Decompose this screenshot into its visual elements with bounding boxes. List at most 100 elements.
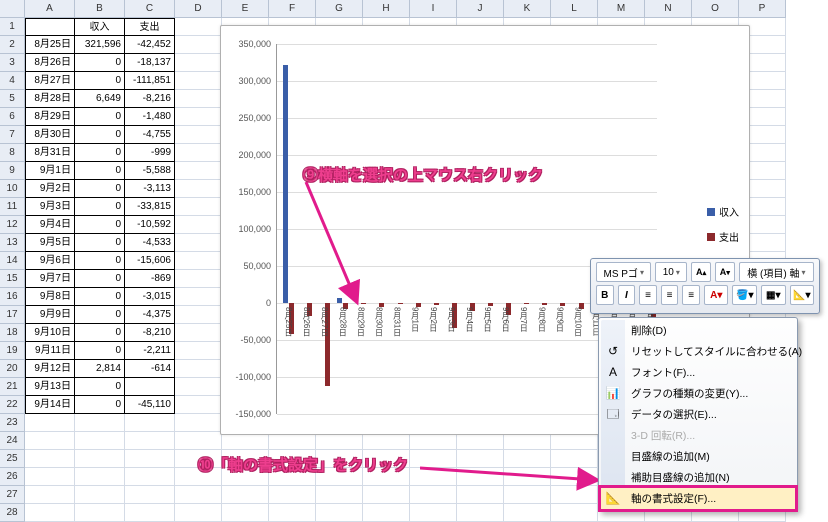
cell-L28[interactable] bbox=[551, 504, 598, 522]
cell-C28[interactable] bbox=[125, 504, 175, 522]
cell-B27[interactable] bbox=[75, 486, 125, 504]
row-header-15[interactable]: 15 bbox=[0, 270, 25, 288]
cell-L26[interactable] bbox=[551, 468, 598, 486]
col-header-H[interactable]: H bbox=[363, 0, 410, 18]
x-tick-label[interactable]: 9月7日 bbox=[518, 307, 529, 332]
col-header-K[interactable]: K bbox=[504, 0, 551, 18]
cell-D4[interactable] bbox=[175, 72, 222, 90]
cell-A5[interactable]: 8月28日 bbox=[25, 90, 75, 108]
bar-expense[interactable] bbox=[434, 303, 439, 305]
col-header-G[interactable]: G bbox=[316, 0, 363, 18]
cell-F27[interactable] bbox=[269, 486, 316, 504]
col-header-M[interactable]: M bbox=[598, 0, 645, 18]
cell-D23[interactable] bbox=[175, 414, 222, 432]
x-tick-label[interactable]: 8月27日 bbox=[319, 307, 330, 336]
legend-item-expense[interactable]: 支出 bbox=[707, 229, 739, 244]
col-header-A[interactable]: A bbox=[25, 0, 75, 18]
row-header-13[interactable]: 13 bbox=[0, 234, 25, 252]
col-header-L[interactable]: L bbox=[551, 0, 598, 18]
cell-D9[interactable] bbox=[175, 162, 222, 180]
row-header-10[interactable]: 10 bbox=[0, 180, 25, 198]
menu-item-8[interactable]: 📐軸の書式設定(F)... bbox=[601, 488, 795, 509]
fill-color-button[interactable]: 🪣▾ bbox=[732, 285, 757, 305]
row-header-16[interactable]: 16 bbox=[0, 288, 25, 306]
grow-font-button[interactable]: A▴ bbox=[691, 262, 711, 282]
cell-D18[interactable] bbox=[175, 324, 222, 342]
x-tick-label[interactable]: 9月9日 bbox=[554, 307, 565, 332]
cell-E28[interactable] bbox=[222, 504, 269, 522]
row-header-28[interactable]: 28 bbox=[0, 504, 25, 522]
cell-J27[interactable] bbox=[457, 486, 504, 504]
cell-K27[interactable] bbox=[504, 486, 551, 504]
menu-item-0[interactable]: 削除(D) bbox=[601, 320, 795, 341]
bar-income[interactable] bbox=[337, 298, 342, 303]
cell-D28[interactable] bbox=[175, 504, 222, 522]
cell-D25[interactable] bbox=[175, 450, 222, 468]
cell-A12[interactable]: 9月4日 bbox=[25, 216, 75, 234]
col-header-B[interactable]: B bbox=[75, 0, 125, 18]
cell-A22[interactable]: 9月14日 bbox=[25, 396, 75, 414]
cell-G25[interactable] bbox=[316, 450, 363, 468]
row-header-12[interactable]: 12 bbox=[0, 216, 25, 234]
cell-F25[interactable] bbox=[269, 450, 316, 468]
cell-K28[interactable] bbox=[504, 504, 551, 522]
cell-B16[interactable]: 0 bbox=[75, 288, 125, 306]
row-header-8[interactable]: 8 bbox=[0, 144, 25, 162]
cell-A15[interactable]: 9月7日 bbox=[25, 270, 75, 288]
row-header-1[interactable]: 1 bbox=[0, 18, 25, 36]
col-header-I[interactable]: I bbox=[410, 0, 457, 18]
font-size-combo[interactable]: 10▾ bbox=[655, 262, 687, 282]
x-tick-label[interactable]: 9月8日 bbox=[536, 307, 547, 332]
cell-A18[interactable]: 9月10日 bbox=[25, 324, 75, 342]
col-header-O[interactable]: O bbox=[692, 0, 739, 18]
bar-expense[interactable] bbox=[542, 303, 547, 305]
x-tick-label[interactable]: 8月26日 bbox=[301, 307, 312, 336]
col-header-N[interactable]: N bbox=[645, 0, 692, 18]
cell-A26[interactable] bbox=[25, 468, 75, 486]
border-button[interactable]: ▦▾ bbox=[761, 285, 786, 305]
cell-I26[interactable] bbox=[410, 468, 457, 486]
x-tick-label[interactable]: 9月10日 bbox=[573, 307, 584, 336]
row-header-9[interactable]: 9 bbox=[0, 162, 25, 180]
cell-B8[interactable]: 0 bbox=[75, 144, 125, 162]
align-center-button[interactable]: ≡ bbox=[661, 285, 679, 305]
cell-I28[interactable] bbox=[410, 504, 457, 522]
cell-B5[interactable]: 6,649 bbox=[75, 90, 125, 108]
cell-C22[interactable]: -45,110 bbox=[125, 396, 175, 414]
cell-H27[interactable] bbox=[363, 486, 410, 504]
cell-B26[interactable] bbox=[75, 468, 125, 486]
cell-I27[interactable] bbox=[410, 486, 457, 504]
shrink-font-button[interactable]: A▾ bbox=[715, 262, 735, 282]
menu-item-7[interactable]: 補助目盛線の追加(N) bbox=[601, 467, 795, 488]
cell-C17[interactable]: -4,375 bbox=[125, 306, 175, 324]
cell-A19[interactable]: 9月11日 bbox=[25, 342, 75, 360]
cell-D11[interactable] bbox=[175, 198, 222, 216]
cell-A10[interactable]: 9月2日 bbox=[25, 180, 75, 198]
cell-B15[interactable]: 0 bbox=[75, 270, 125, 288]
cell-A20[interactable]: 9月12日 bbox=[25, 360, 75, 378]
cell-D17[interactable] bbox=[175, 306, 222, 324]
cell-C27[interactable] bbox=[125, 486, 175, 504]
cell-C5[interactable]: -8,216 bbox=[125, 90, 175, 108]
cell-D6[interactable] bbox=[175, 108, 222, 126]
cell-C26[interactable] bbox=[125, 468, 175, 486]
row-header-21[interactable]: 21 bbox=[0, 378, 25, 396]
cell-D10[interactable] bbox=[175, 180, 222, 198]
cell-A27[interactable] bbox=[25, 486, 75, 504]
row-header-7[interactable]: 7 bbox=[0, 126, 25, 144]
cell-C8[interactable]: -999 bbox=[125, 144, 175, 162]
cell-D22[interactable] bbox=[175, 396, 222, 414]
cell-A3[interactable]: 8月26日 bbox=[25, 54, 75, 72]
cell-E25[interactable] bbox=[222, 450, 269, 468]
cell-E27[interactable] bbox=[222, 486, 269, 504]
cell-C4[interactable]: -111,851 bbox=[125, 72, 175, 90]
row-header-4[interactable]: 4 bbox=[0, 72, 25, 90]
cell-B18[interactable]: 0 bbox=[75, 324, 125, 342]
x-tick-label[interactable]: 8月28日 bbox=[337, 307, 348, 336]
cell-A21[interactable]: 9月13日 bbox=[25, 378, 75, 396]
row-header-24[interactable]: 24 bbox=[0, 432, 25, 450]
cell-C13[interactable]: -4,533 bbox=[125, 234, 175, 252]
col-header-D[interactable]: D bbox=[175, 0, 222, 18]
cell-B11[interactable]: 0 bbox=[75, 198, 125, 216]
bar-expense[interactable] bbox=[524, 303, 529, 304]
